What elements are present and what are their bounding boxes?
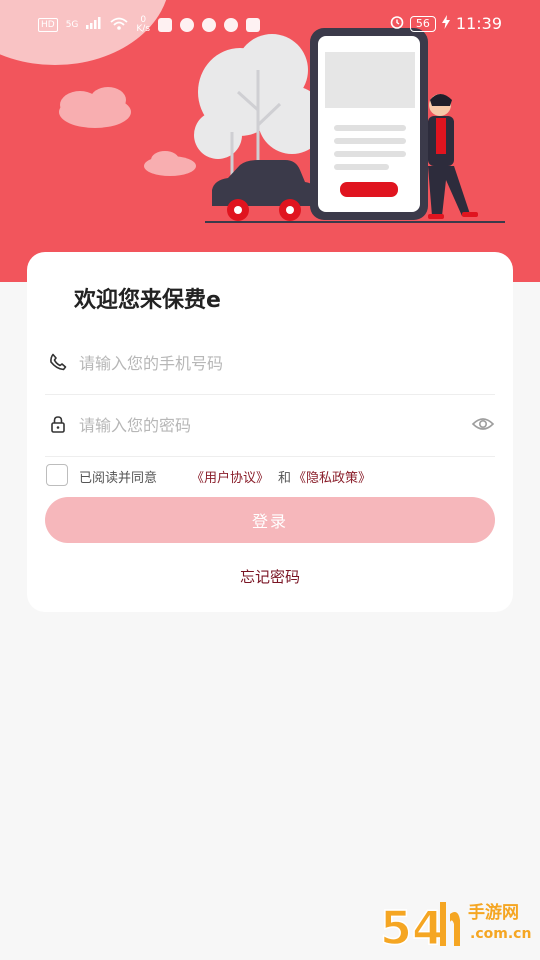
phone-field: [45, 332, 495, 395]
password-input[interactable]: [77, 406, 461, 444]
status-bar: HD 5G 0 K/s 56 11:39: [0, 0, 540, 50]
lock-icon: [48, 414, 68, 434]
eye-icon[interactable]: [471, 413, 495, 435]
charging-icon: [441, 14, 450, 33]
signal-icon: [86, 17, 102, 33]
net-speed-unit: K/s: [136, 24, 151, 34]
app-notification-icon: [246, 18, 261, 32]
forgot-password-link[interactable]: 忘记密码: [27, 566, 513, 587]
hero-illustration: HD 5G 0 K/s 56 11:39: [0, 0, 540, 282]
site-watermark: 54 手游网 .com.cn: [379, 894, 532, 956]
welcome-title: 欢迎您来保费e: [74, 288, 221, 313]
app-notification-icon: [180, 18, 195, 32]
watermark-logo: 54: [380, 901, 444, 954]
watermark-domain: .com.cn: [470, 926, 532, 942]
app-notification-icon: [158, 18, 173, 32]
network-label: 5G: [65, 20, 79, 30]
and-text: 和: [278, 471, 292, 486]
app-notification-icon: [202, 18, 217, 32]
wifi-icon: [110, 17, 128, 34]
net-speed: 0 K/s: [136, 16, 150, 34]
agreement-checkbox[interactable]: [46, 464, 68, 486]
privacy-policy-link[interactable]: 《隐私政策》: [293, 467, 371, 486]
login-button[interactable]: 登录: [45, 497, 495, 543]
agreement-text: 已阅读并同意: [79, 471, 158, 486]
phone-input[interactable]: [77, 344, 461, 382]
password-field: [45, 394, 495, 457]
shield-icon: [224, 18, 239, 32]
login-card: 欢迎您来保费e 已阅读并同意 《用户协议》 和 《隐私政策》 登录 忘记密码: [27, 252, 513, 612]
agreement-row: 已阅读并同意 《用户协议》 和 《隐私政策》: [45, 464, 505, 488]
watermark-small: 手游网: [468, 903, 519, 923]
battery-indicator: 56: [409, 15, 436, 32]
alarm-icon: [390, 15, 404, 33]
clock: 11:39: [455, 14, 502, 33]
user-agreement-link[interactable]: 《用户协议》: [191, 467, 269, 486]
hd-badge: HD: [38, 18, 58, 32]
phone-icon: [48, 352, 68, 372]
